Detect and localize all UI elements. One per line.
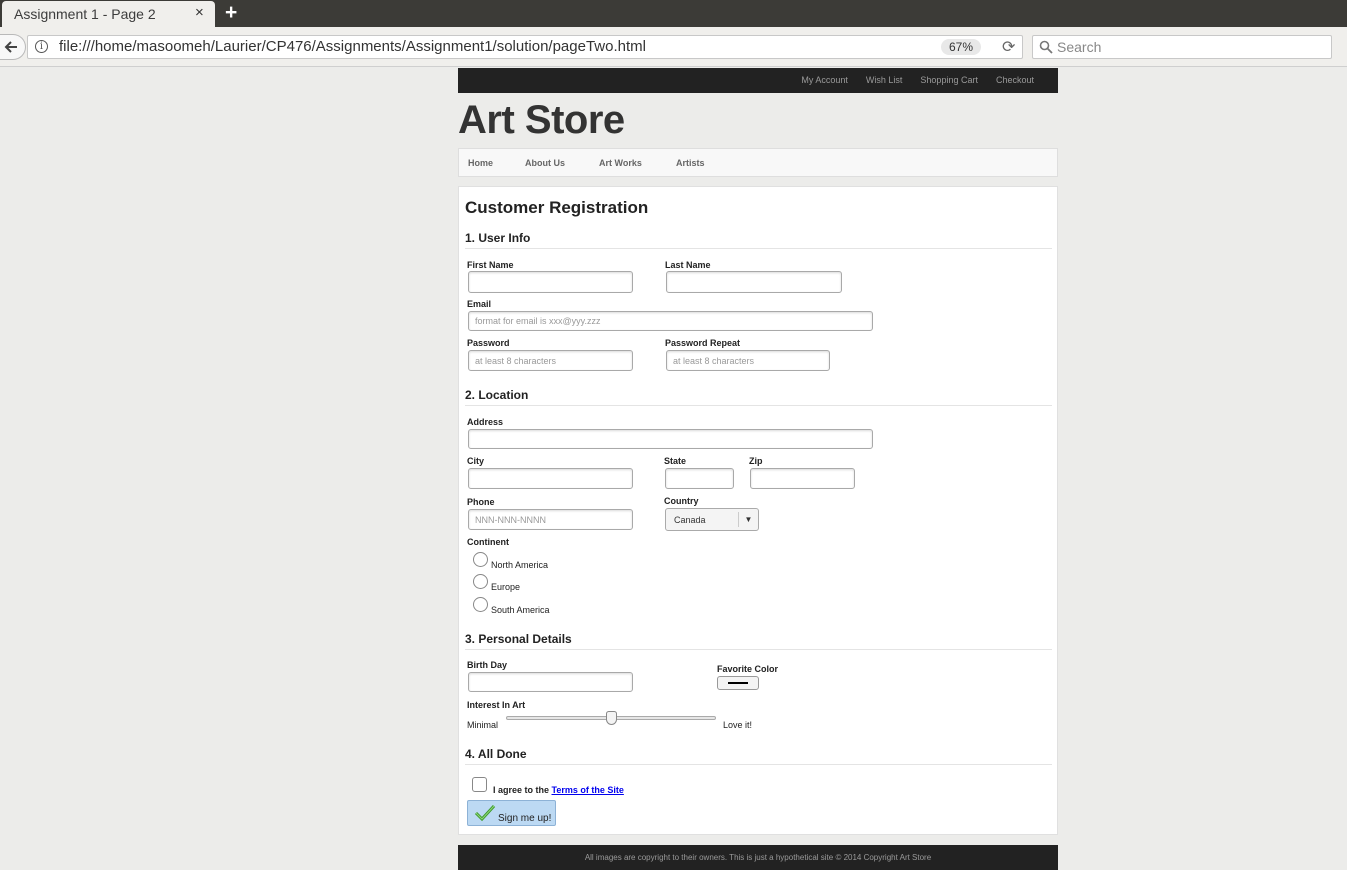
interest-min-label: Minimal bbox=[467, 720, 499, 730]
favorite-color-label: Favorite Color bbox=[717, 664, 779, 674]
section-user-info: 1. User Info bbox=[465, 231, 1052, 249]
zoom-level-badge[interactable]: 67% bbox=[941, 39, 982, 55]
email-label: Email bbox=[467, 299, 492, 309]
color-swatch bbox=[728, 682, 748, 684]
interest-label: Interest In Art bbox=[467, 700, 526, 710]
last-name-input[interactable] bbox=[666, 271, 842, 293]
reload-icon[interactable]: ⟳ bbox=[1002, 37, 1015, 57]
radio-label-europe: Europe bbox=[491, 582, 521, 592]
first-name-label: First Name bbox=[467, 260, 514, 270]
radio-europe[interactable] bbox=[473, 574, 488, 589]
agree-text: I agree to the bbox=[493, 785, 552, 795]
top-links: My Account Wish List Shopping Cart Check… bbox=[801, 75, 1034, 85]
top-link-my-account[interactable]: My Account bbox=[801, 75, 848, 85]
zip-label: Zip bbox=[749, 456, 763, 466]
last-name-label: Last Name bbox=[665, 260, 711, 270]
form-title: Customer Registration bbox=[465, 198, 649, 217]
chevron-down-icon: ▼ bbox=[738, 512, 758, 527]
radio-north-america[interactable] bbox=[473, 552, 488, 567]
nav-item-artists[interactable]: Artists bbox=[676, 158, 705, 168]
top-link-checkout[interactable]: Checkout bbox=[996, 75, 1034, 85]
section-personal-details: 3. Personal Details bbox=[465, 632, 1052, 650]
search-placeholder: Search bbox=[1057, 39, 1102, 55]
search-icon bbox=[1039, 40, 1053, 54]
footer-text: All images are copyright to their owners… bbox=[584, 853, 932, 862]
terms-link[interactable]: Terms of the Site bbox=[552, 785, 624, 795]
sign-up-label: Sign me up! bbox=[498, 813, 552, 824]
info-icon[interactable]: i bbox=[35, 40, 48, 53]
state-label: State bbox=[664, 456, 687, 466]
top-link-shopping-cart[interactable]: Shopping Cart bbox=[920, 75, 978, 85]
first-name-input[interactable] bbox=[468, 271, 633, 293]
agree-label: I agree to the Terms of the Site bbox=[493, 785, 624, 795]
url-bar[interactable]: i file:///home/masoomeh/Laurier/CP476/As… bbox=[27, 35, 1023, 59]
password-label: Password bbox=[467, 338, 510, 348]
continent-label: Continent bbox=[467, 537, 509, 547]
password-input[interactable] bbox=[468, 350, 633, 371]
radio-label-north-america: North America bbox=[491, 560, 549, 570]
email-input[interactable] bbox=[468, 311, 873, 331]
browser-tab-bar: Assignment 1 - Page 2 × + bbox=[0, 0, 1347, 27]
browser-tab[interactable]: Assignment 1 - Page 2 × bbox=[2, 1, 215, 27]
address-label: Address bbox=[467, 417, 504, 427]
country-selected-value: Canada bbox=[674, 515, 706, 525]
back-arrow-icon bbox=[4, 41, 17, 53]
state-input[interactable] bbox=[665, 468, 734, 489]
footer: All images are copyright to their owners… bbox=[458, 845, 1058, 870]
url-text[interactable]: file:///home/masoomeh/Laurier/CP476/Assi… bbox=[59, 38, 646, 55]
birthday-label: Birth Day bbox=[467, 660, 508, 670]
top-bar: My Account Wish List Shopping Cart Check… bbox=[458, 68, 1058, 93]
password-repeat-input[interactable] bbox=[666, 350, 830, 371]
nav-item-about-us[interactable]: About Us bbox=[525, 158, 565, 168]
country-select[interactable]: Canada ▼ bbox=[665, 508, 759, 531]
zip-input[interactable] bbox=[750, 468, 855, 489]
interest-slider-thumb[interactable] bbox=[605, 711, 617, 725]
close-tab-icon[interactable]: × bbox=[195, 4, 204, 21]
color-picker-button[interactable] bbox=[717, 676, 759, 690]
nav-item-home[interactable]: Home bbox=[468, 158, 493, 168]
main-nav: Home About Us Art Works Artists bbox=[458, 148, 1058, 177]
section-location: 2. Location bbox=[465, 388, 1052, 406]
sign-up-button[interactable]: Sign me up! bbox=[467, 800, 556, 826]
registration-form: Customer Registration 1. User Info First… bbox=[458, 186, 1058, 835]
agree-checkbox[interactable] bbox=[472, 777, 487, 792]
tab-title: Assignment 1 - Page 2 bbox=[14, 6, 156, 22]
city-label: City bbox=[467, 456, 485, 466]
city-input[interactable] bbox=[468, 468, 633, 489]
browser-search-input[interactable]: Search bbox=[1032, 35, 1332, 59]
password-repeat-label: Password Repeat bbox=[665, 338, 741, 348]
section-all-done: 4. All Done bbox=[465, 747, 1052, 765]
interest-max-label: Love it! bbox=[723, 720, 753, 730]
address-input[interactable] bbox=[468, 429, 873, 449]
phone-label: Phone bbox=[467, 497, 495, 507]
new-tab-icon[interactable]: + bbox=[225, 1, 237, 25]
top-link-wish-list[interactable]: Wish List bbox=[866, 75, 903, 85]
birthday-input[interactable] bbox=[468, 672, 633, 692]
radio-south-america[interactable] bbox=[473, 597, 488, 612]
radio-label-south-america: South America bbox=[491, 605, 550, 615]
site-title: Art Store bbox=[458, 98, 625, 142]
checkmark-icon bbox=[474, 804, 496, 822]
country-label: Country bbox=[664, 496, 699, 506]
phone-input[interactable] bbox=[468, 509, 633, 530]
browser-nav-bar: i file:///home/masoomeh/Laurier/CP476/As… bbox=[0, 27, 1347, 67]
nav-item-art-works[interactable]: Art Works bbox=[599, 158, 642, 168]
back-button[interactable] bbox=[0, 34, 26, 60]
